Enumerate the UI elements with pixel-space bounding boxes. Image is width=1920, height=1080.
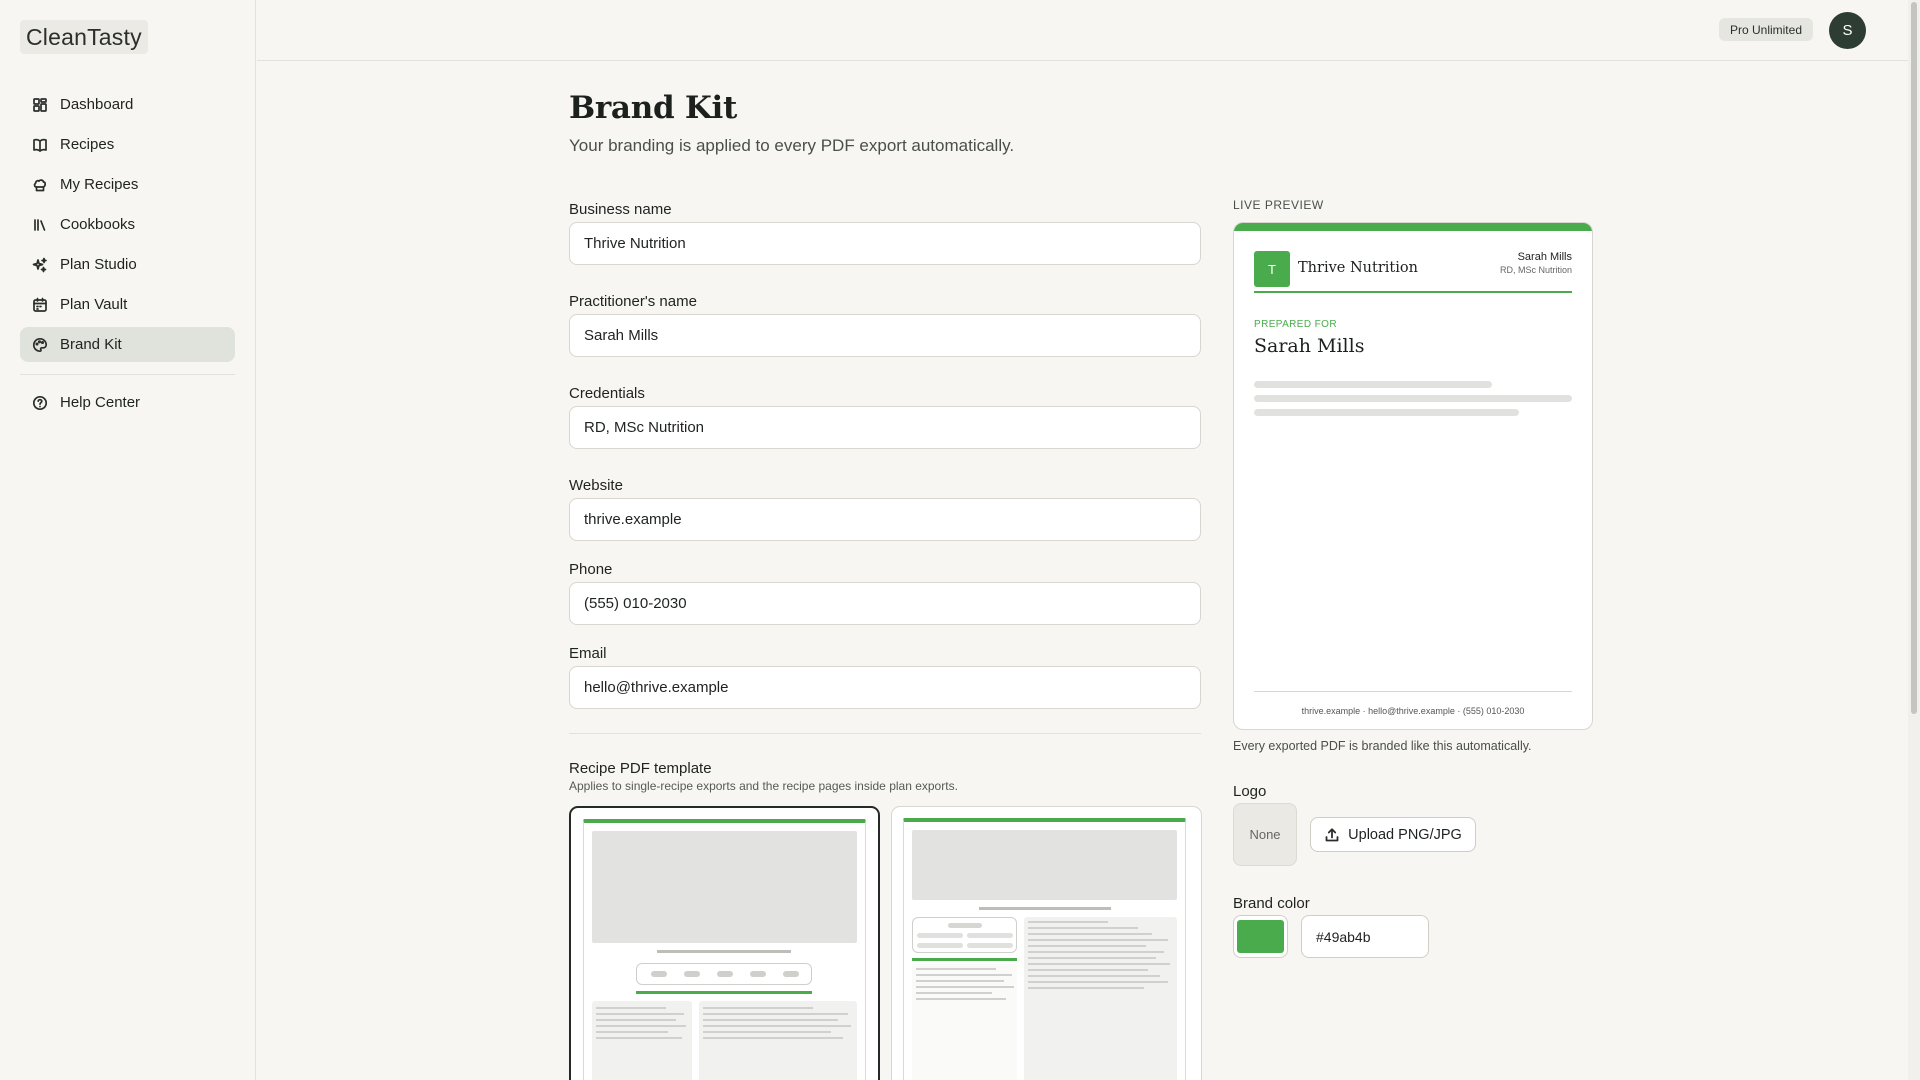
hero-image-placeholder (592, 831, 857, 943)
book-icon (32, 137, 48, 153)
logo-placeholder: None (1233, 803, 1297, 866)
live-preview-label: LIVE PREVIEW (1233, 198, 1324, 212)
template-thumbnail (903, 818, 1186, 1080)
method-column (1024, 917, 1177, 1080)
sidebar-item-label: Plan Vault (60, 296, 128, 313)
preview-credentials: RD, MSc Nutrition (1499, 265, 1572, 275)
preview-prepared-for: PREPARED FOR (1254, 319, 1337, 330)
app-logo[interactable]: CleanTasty (20, 20, 148, 54)
template-title: Recipe PDF template (569, 760, 712, 777)
sidebar-item-help-center[interactable]: Help Center (20, 385, 235, 420)
sparkles-icon (32, 257, 48, 273)
business-name-label: Business name (569, 201, 672, 218)
page-title: Brand Kit (569, 90, 737, 126)
logo-label: Logo (1233, 783, 1267, 800)
sidebar-item-label: My Recipes (60, 176, 139, 193)
sidebar-item-label: Dashboard (60, 96, 134, 113)
scrollbar-thumb[interactable] (1911, 2, 1917, 714)
hero-image-placeholder (912, 830, 1177, 900)
brand-color-picker[interactable] (1233, 915, 1288, 958)
meta-pill (750, 971, 766, 977)
upload-icon (1325, 827, 1339, 841)
palette-icon (32, 337, 48, 353)
sidebar-item-my-recipes[interactable]: My Recipes (20, 167, 235, 202)
calendar-icon (32, 297, 48, 313)
avatar[interactable]: S (1829, 12, 1866, 49)
sidebar-divider (20, 374, 235, 375)
preview-practitioner: Sarah Mills (1517, 251, 1572, 263)
preview-footer: thrive.example · hello@thrive.example · … (1301, 706, 1525, 716)
sidebar-item-dashboard[interactable]: Dashboard (20, 87, 235, 122)
sidebar-item-label: Plan Studio (60, 256, 137, 273)
live-preview-card: T Thrive Nutrition Sarah Mills RD, MSc N… (1233, 222, 1593, 730)
practitioner-name-label: Practitioner's name (569, 293, 697, 310)
upload-label: Upload PNG/JPG (1348, 826, 1462, 843)
accent-line (636, 991, 812, 994)
method-column (699, 1001, 857, 1080)
meta-pill (783, 971, 799, 977)
business-name-input[interactable]: Thrive Nutrition (569, 222, 1201, 265)
library-icon (32, 217, 48, 233)
website-label: Website (569, 477, 623, 494)
preview-caption: Every exported PDF is branded like this … (1233, 739, 1532, 753)
template-option-classic[interactable] (569, 806, 880, 1080)
dashboard-icon (32, 97, 48, 113)
preview-header-rule (1254, 291, 1572, 293)
upload-logo-button[interactable]: Upload PNG/JPG (1310, 817, 1476, 852)
meta-pill (717, 971, 733, 977)
preview-content-placeholder (1254, 409, 1519, 416)
brand-color-label: Brand color (1233, 895, 1310, 912)
sidebar-item-label: Brand Kit (60, 336, 122, 353)
preview-business-name: Thrive Nutrition (1298, 260, 1418, 276)
brand-color-swatch (1237, 920, 1284, 953)
preview-client-name: Sarah Mills (1254, 335, 1365, 357)
phone-label: Phone (569, 561, 613, 578)
preview-brand-bar (1234, 223, 1592, 231)
accent-line (912, 958, 1017, 961)
meta-box-placeholder (912, 917, 1017, 953)
preview-content-placeholder (1254, 381, 1492, 388)
sidebar: CleanTasty Dashboard Recipes My Recipes … (0, 0, 256, 1080)
sidebar-item-label: Recipes (60, 136, 115, 153)
email-input[interactable]: hello@thrive.example (569, 666, 1201, 709)
sidebar-item-label: Cookbooks (60, 216, 136, 233)
email-label: Email (569, 645, 607, 662)
brand-color-hex-input[interactable]: #49ab4b (1301, 915, 1429, 958)
top-bar: Pro Unlimited S (257, 0, 1908, 61)
sidebar-item-recipes[interactable]: Recipes (20, 127, 235, 162)
plan-badge: Pro Unlimited (1718, 18, 1813, 41)
sidebar-nav: Dashboard Recipes My Recipes Cookbooks P… (20, 87, 235, 425)
help-icon (32, 395, 48, 411)
sidebar-item-plan-vault[interactable]: Plan Vault (20, 287, 235, 322)
title-placeholder (657, 950, 791, 953)
preview-logo: T (1254, 251, 1290, 287)
sidebar-item-cookbooks[interactable]: Cookbooks (20, 207, 235, 242)
credentials-label: Credentials (569, 385, 645, 402)
template-subtitle: Applies to single-recipe exports and the… (569, 779, 958, 793)
page-scrollbar[interactable] (1908, 0, 1920, 1080)
meta-pill (684, 971, 700, 977)
chef-hat-icon (32, 177, 48, 193)
page-subtitle: Your branding is applied to every PDF ex… (569, 136, 1015, 155)
title-placeholder (979, 907, 1111, 910)
sidebar-item-brand-kit[interactable]: Brand Kit (20, 327, 235, 362)
sidebar-item-plan-studio[interactable]: Plan Studio (20, 247, 235, 282)
meta-row-placeholder (636, 963, 812, 985)
sidebar-item-label: Help Center (60, 394, 141, 411)
meta-pill (651, 971, 667, 977)
ingredients-column (912, 964, 1017, 1080)
preview-content-placeholder (1254, 395, 1572, 402)
practitioner-name-input[interactable]: Sarah Mills (569, 314, 1201, 357)
preview-footer-rule (1254, 691, 1572, 692)
section-divider (569, 733, 1201, 734)
template-option-sidebar[interactable] (891, 806, 1202, 1080)
website-input[interactable]: thrive.example (569, 498, 1201, 541)
template-thumbnail (583, 819, 866, 1080)
phone-input[interactable]: (555) 010-2030 (569, 582, 1201, 625)
credentials-input[interactable]: RD, MSc Nutrition (569, 406, 1201, 449)
ingredients-column (592, 1001, 692, 1080)
